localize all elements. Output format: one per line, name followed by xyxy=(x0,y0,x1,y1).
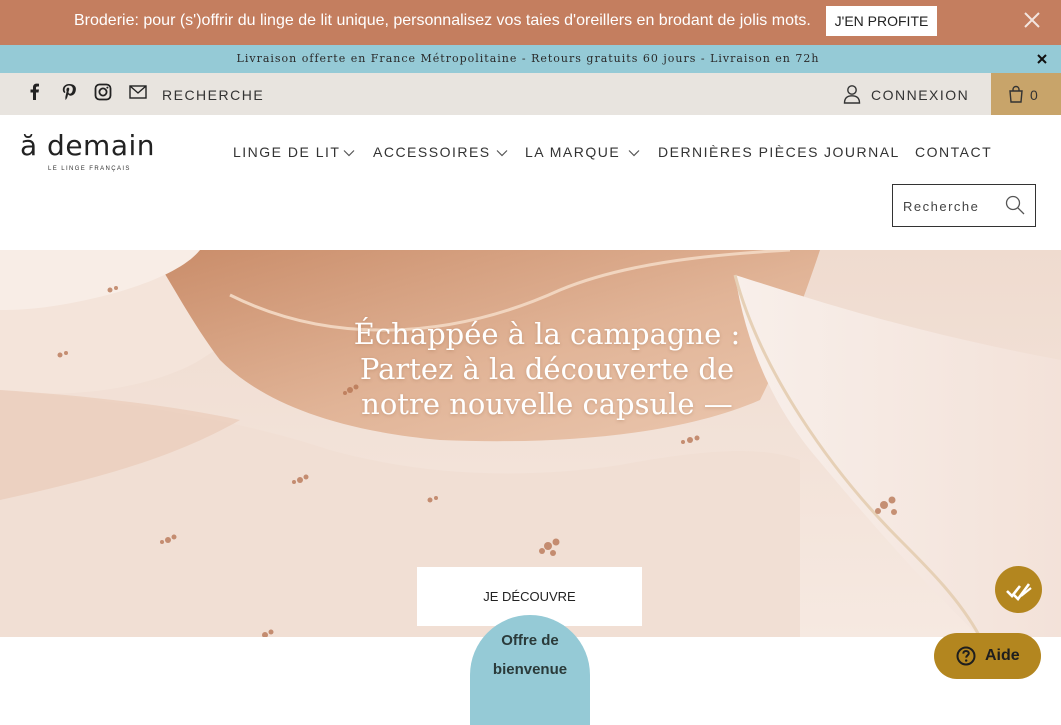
welcome-offer-line: bienvenue xyxy=(492,661,568,678)
question-icon xyxy=(956,646,976,666)
utility-bar: RECHERCHE CONNEXION 0 xyxy=(0,73,1061,115)
promo-text: Broderie: pour (s')offrir du linge de li… xyxy=(74,12,811,29)
nav-item-dernieres-pieces[interactable]: DERNIÈRES PIÈCES xyxy=(658,144,819,160)
shopping-bag-icon xyxy=(1009,85,1023,103)
shipping-info-text: Livraison offerte en France Métropolitai… xyxy=(236,52,820,65)
nav-item-accessoires[interactable]: ACCESSOIRES xyxy=(373,144,491,160)
site-header: ă demain LE LINGE FRANÇAIS LINGE DE LIT … xyxy=(0,115,1061,250)
search-input[interactable] xyxy=(903,195,999,217)
logo-wordmark: ă demain xyxy=(20,129,156,162)
help-label: Aide xyxy=(985,647,1020,664)
promo-banner: Broderie: pour (s')offrir du linge de li… xyxy=(0,0,1061,45)
cart-count: 0 xyxy=(1030,87,1038,103)
shipping-info-bar: Livraison offerte en France Métropolitai… xyxy=(0,45,1061,73)
nav-item-linge-de-lit[interactable]: LINGE DE LIT xyxy=(233,144,340,160)
help-button[interactable]: Aide xyxy=(934,633,1041,679)
search-icon[interactable] xyxy=(1004,194,1026,216)
login-link[interactable]: CONNEXION xyxy=(871,73,969,117)
chevron-down-icon[interactable] xyxy=(628,149,640,157)
mail-icon[interactable] xyxy=(128,82,148,102)
hero-title: Échappée à la campagne : Partez à la déc… xyxy=(300,317,794,422)
logo-tagline: LE LINGE FRANÇAIS xyxy=(48,166,131,172)
hero-title-line: Échappée à la campagne : xyxy=(353,317,741,351)
close-icon[interactable] xyxy=(1021,9,1043,31)
hero-title-line: notre nouvelle capsule — xyxy=(361,387,733,421)
promo-cta-button[interactable]: J'EN PROFITE xyxy=(826,6,937,36)
logo[interactable]: ă demain LE LINGE FRANÇAIS xyxy=(20,129,170,173)
chevron-down-icon[interactable] xyxy=(496,149,508,157)
facebook-icon[interactable] xyxy=(25,82,45,102)
nav-item-contact[interactable]: CONTACT xyxy=(915,144,992,160)
welcome-offer-line: Offre de xyxy=(501,632,559,649)
pinterest-icon[interactable] xyxy=(59,82,79,102)
chevron-down-icon[interactable] xyxy=(343,149,355,157)
hero-title-line: Partez à la découverte de xyxy=(359,352,735,386)
welcome-offer-label[interactable]: Offre de bienvenue xyxy=(470,626,590,684)
trust-badge[interactable] xyxy=(995,566,1042,613)
nav-item-journal[interactable]: JOURNAL xyxy=(824,144,900,160)
hero-banner: Échappée à la campagne : Partez à la déc… xyxy=(0,250,1061,637)
instagram-icon[interactable] xyxy=(93,82,113,102)
nav-item-la-marque[interactable]: LA MARQUE xyxy=(525,144,620,160)
search-link[interactable]: RECHERCHE xyxy=(162,73,264,117)
user-icon[interactable] xyxy=(843,84,861,104)
cart-button[interactable] xyxy=(991,73,1061,115)
close-icon[interactable] xyxy=(1035,52,1049,66)
search-box xyxy=(892,184,1036,227)
checkmark-icon xyxy=(1006,583,1032,601)
